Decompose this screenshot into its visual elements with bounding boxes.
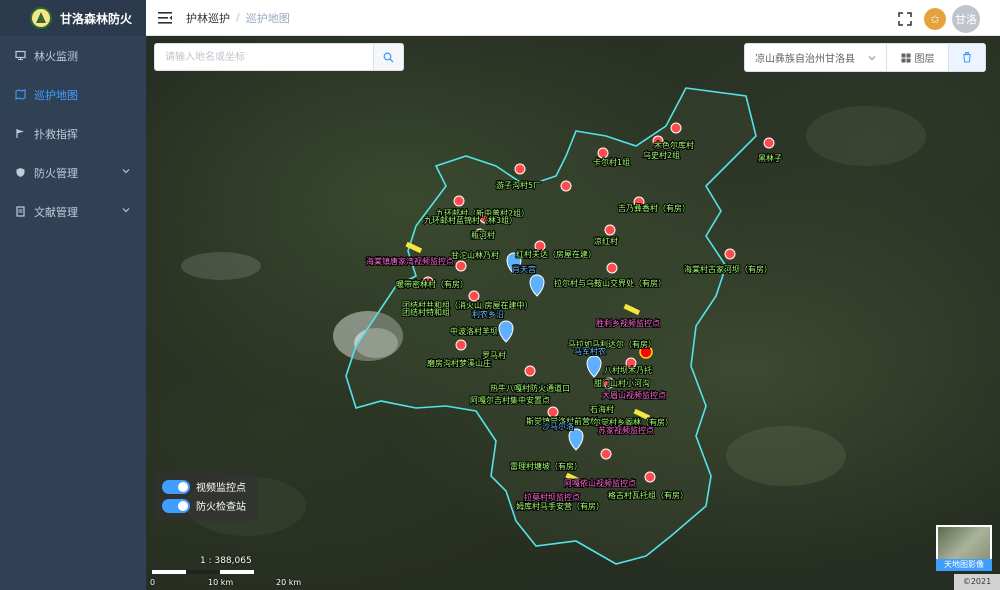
toggle-label: 视频监控点 xyxy=(196,483,246,494)
scale-bar xyxy=(186,570,220,574)
hamburger-icon[interactable] xyxy=(158,11,172,24)
document-icon xyxy=(14,206,26,218)
header-actions: ✩ 甘洛 xyxy=(898,5,980,33)
map-label: 黑林子 xyxy=(758,153,782,163)
scale-tick: 20 km xyxy=(276,578,302,587)
map-label: 拉莫村坝监控点 xyxy=(524,492,580,502)
basemap-label[interactable]: 天地图影像 xyxy=(936,559,992,571)
sidebar-item-rescue-command[interactable]: 扑救指挥 xyxy=(0,114,146,153)
sidebar-item-document-management[interactable]: 文献管理 xyxy=(0,192,146,231)
map-label: 利农乡沿 xyxy=(472,309,504,319)
map-scale: 1 : 388,065 0 10 km 20 km xyxy=(150,554,310,587)
monitor-icon xyxy=(14,50,26,62)
map-label: 甜门山村小河沟 xyxy=(594,378,650,388)
scale-bar xyxy=(220,570,254,574)
sidebar-item-fire-management[interactable]: 防火管理 xyxy=(0,153,146,192)
toggle-checkpoint: 防火检查站 xyxy=(162,496,250,515)
video-monitoring-switch[interactable] xyxy=(162,479,190,494)
chevron-down-icon xyxy=(122,169,130,174)
scale-bar xyxy=(152,570,186,574)
search-button[interactable] xyxy=(373,44,403,70)
clear-button[interactable] xyxy=(949,44,985,71)
sidebar-item-fire-monitoring[interactable]: 林火监测 xyxy=(0,36,146,75)
map-label: 凉红村 xyxy=(594,236,618,246)
map-label: 甘沱山林乃村 xyxy=(451,250,499,260)
sidebar-item-label: 扑救指挥 xyxy=(34,127,78,141)
map-search xyxy=(154,43,404,71)
map-toolbar: 凉山彝族自治州甘洛县 图层 xyxy=(744,43,986,72)
layer-toggle-panel: 视频监控点 防火检查站 xyxy=(154,471,258,521)
forest-fire-logo xyxy=(30,7,52,29)
sidebar-item-label: 巡护地图 xyxy=(34,88,78,102)
map-label: 瓶河村 xyxy=(471,230,495,240)
map-label: 胜利乡视频监控点 xyxy=(596,318,660,328)
sidebar: 甘洛森林防火 林火监测 巡护地图 扑救指挥 防火管理 文献管理 xyxy=(0,0,146,590)
chevron-down-icon xyxy=(868,55,876,60)
sidebar-item-label: 防火管理 xyxy=(34,166,78,180)
layers-icon xyxy=(901,53,910,62)
sidebar-item-label: 林火监测 xyxy=(34,49,78,63)
shield-icon xyxy=(14,167,26,179)
command-icon xyxy=(14,128,26,140)
app-title: 甘洛森林防火 xyxy=(60,11,133,26)
map-icon xyxy=(14,89,26,101)
satellite-terrain: 木色尔库村 黑林子 卡尔村1组 乌史村2组 游子沟村5厂 吉乃彝香村（有房） 九… xyxy=(181,87,926,565)
chevron-down-icon xyxy=(122,208,130,213)
map-label: 卡尔村1组 xyxy=(593,157,630,167)
map-label: 海棠村古家河坝（有房） xyxy=(684,264,772,274)
sidebar-menu: 林火监测 巡护地图 扑救指挥 防火管理 文献管理 xyxy=(0,36,146,231)
map-label: 阿嘎尔吉村集中安置点 xyxy=(470,395,550,405)
map-label: 拉尔村与乌鞍山交界处（有房） xyxy=(554,278,666,288)
map-label: 姆库村马手安营（有房） xyxy=(516,501,604,511)
map-label: 沙马尔洛 xyxy=(542,421,574,431)
map-label: 红村夫达（房屋在建） xyxy=(516,249,596,259)
brand: 甘洛森林防火 xyxy=(0,0,146,36)
map-label: 热牛八嘎村防火通道口 xyxy=(490,383,570,393)
region-select[interactable]: 凉山彝族自治州甘洛县 xyxy=(745,44,887,71)
breadcrumb-separator: / xyxy=(236,11,240,24)
layer-button[interactable]: 图层 xyxy=(887,44,949,71)
sidebar-item-label: 文献管理 xyxy=(34,205,78,219)
checkpoint-switch[interactable] xyxy=(162,498,190,513)
map-label: 大眉山视频监控点 xyxy=(602,390,666,400)
map-label: 游子沟村5厂 xyxy=(496,180,541,190)
map-label: 木色尔库村 xyxy=(654,140,694,150)
map-label: 石海村 xyxy=(590,404,614,414)
top-header: 护林巡护 / 巡护地图 ✩ 甘洛 xyxy=(146,0,1000,36)
layer-label: 图层 xyxy=(914,54,935,65)
scale-ratio: 1 : 388,065 xyxy=(200,556,252,566)
map-label: 肖天宫 xyxy=(512,264,536,274)
map-label: 磨房沟村梦溪山庄 xyxy=(427,358,491,368)
map-label: 马军村农 xyxy=(574,346,606,356)
map-label: 团结村特和组 xyxy=(402,307,450,317)
trash-icon xyxy=(963,52,971,63)
region-value: 凉山彝族自治州甘洛县 xyxy=(755,54,855,65)
map-label: 吉乃彝香村（有房） xyxy=(618,203,690,213)
fullscreen-icon[interactable] xyxy=(898,12,912,26)
sidebar-item-patrol-map[interactable]: 巡护地图 xyxy=(0,75,146,114)
breadcrumb: 护林巡护 / 巡护地图 xyxy=(186,10,290,26)
map-label: 暖带密林村（有房） xyxy=(396,279,468,289)
map-label: 八村坝木乃托 xyxy=(604,365,652,375)
star-icon[interactable]: ✩ xyxy=(924,8,946,30)
map-label: 海棠镇唐家湾视频监控点 xyxy=(366,256,454,266)
search-input[interactable] xyxy=(155,44,373,70)
map-label: 格古村瓦托组（有房） xyxy=(608,490,688,500)
search-icon xyxy=(383,52,394,62)
map-label: 中波洛村羊坝 xyxy=(450,326,498,336)
map-label: 雷理村塘坡（有房） xyxy=(510,461,582,471)
scale-tick: 10 km xyxy=(208,578,234,587)
patrol-map[interactable]: 木色尔库村 黑林子 卡尔村1组 乌史村2组 游子沟村5厂 吉乃彝香村（有房） 九… xyxy=(146,36,1000,590)
toggle-label: 防火检查站 xyxy=(196,502,246,513)
breadcrumb-item[interactable]: 护林巡护 xyxy=(186,10,230,26)
toggle-video-monitoring: 视频监控点 xyxy=(162,477,250,496)
map-label: 乌史村2组 xyxy=(643,150,680,160)
copyright: ©2021 xyxy=(954,574,1000,590)
breadcrumb-current: 巡护地图 xyxy=(245,11,290,25)
user-avatar[interactable]: 甘洛 xyxy=(952,5,980,33)
scale-tick: 0 xyxy=(150,578,156,587)
map-label: 苏家视频监控点 xyxy=(598,425,654,435)
map-label: 阿嘎依山视频监控点 xyxy=(564,478,636,488)
map-label: 九环邮村蓝锦村（林3组） xyxy=(424,215,517,225)
